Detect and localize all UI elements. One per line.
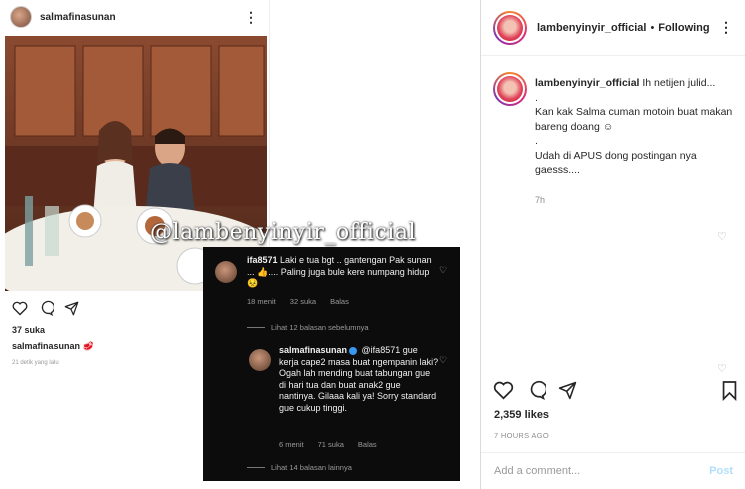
more-icon[interactable]: ⋮ <box>244 9 259 26</box>
watermark: @lambenyinyir_official <box>150 220 416 245</box>
caption-line-3: Kan kak Salma cuman motoin buat makan ba… <box>535 106 733 133</box>
divider <box>247 467 265 468</box>
more-icon[interactable]: ⋮ <box>719 19 733 36</box>
reply-mention[interactable]: @ifa8571 <box>362 345 401 355</box>
caption-line-1: Ih netijen julid... <box>642 77 716 89</box>
post-date: 7 HOURS AGO <box>494 431 549 440</box>
caption-username[interactable]: salmafinasunan <box>12 341 80 351</box>
post-button[interactable]: Post <box>709 465 733 477</box>
caption-body: lambenyinyir_official Ih netijen julid..… <box>535 76 735 178</box>
verified-icon <box>349 346 358 355</box>
left-post-caption: salmafinasunan 🥩 <box>12 341 94 352</box>
view-previous-label[interactable]: Lihat 12 balasan sebelumnya <box>271 323 369 332</box>
following-button[interactable]: Following <box>658 22 709 34</box>
caption-emoji: 🥩 <box>82 341 94 351</box>
bookmark-icon[interactable] <box>721 380 738 401</box>
reply-time: 6 menit <box>279 440 304 449</box>
view-previous-replies[interactable]: Lihat 12 balasan sebelumnya <box>247 323 369 332</box>
avatar[interactable] <box>249 349 271 371</box>
heart-icon[interactable]: ♡ <box>717 230 727 243</box>
right-post-actions <box>493 380 738 406</box>
reply-button[interactable]: Balas <box>330 297 349 306</box>
reply-likes[interactable]: 71 suka <box>318 440 344 449</box>
heart-icon[interactable]: ♡ <box>439 355 447 366</box>
comment-likes[interactable]: 32 suka <box>290 297 316 306</box>
add-comment-input[interactable] <box>494 465 694 477</box>
view-more-label[interactable]: Lihat 14 balasan lainnya <box>271 463 352 472</box>
view-more-replies[interactable]: Lihat 14 balasan lainnya <box>247 463 352 472</box>
left-post-username[interactable]: salmafinasunan <box>40 12 116 23</box>
caption-age: 7h <box>535 195 546 205</box>
heart-icon[interactable]: ♡ <box>717 362 727 375</box>
comment-meta: 18 menit 32 suka Balas <box>247 297 349 306</box>
likes-count[interactable]: 2,359 likes <box>494 409 549 421</box>
share-icon[interactable] <box>64 301 79 316</box>
heart-icon[interactable] <box>493 381 514 400</box>
left-post-time: 21 detik yang lalu <box>12 360 59 366</box>
share-icon[interactable] <box>558 381 577 400</box>
screenshot-composite: salmafinasunan ⋮ 37 suka salmafinasunan … <box>0 0 745 489</box>
comment-ifa: ifa8571 Laki e tua bgt .. gantengan Pak … <box>247 255 437 290</box>
avatar[interactable] <box>493 72 527 106</box>
header-username[interactable]: lambenyinyir_official <box>537 22 646 34</box>
caption-username[interactable]: lambenyinyir_official <box>535 77 639 89</box>
heart-icon[interactable]: ♡ <box>439 265 447 276</box>
divider <box>247 327 265 328</box>
reply-username[interactable]: salmafinasunan <box>279 345 347 355</box>
dark-comments-panel: ifa8571 Laki e tua bgt .. gantengan Pak … <box>203 247 460 481</box>
left-post-header: salmafinasunan ⋮ <box>0 0 269 34</box>
comment-icon[interactable] <box>38 300 54 316</box>
right-post-header: lambenyinyir_official • Following ⋮ <box>481 0 745 56</box>
avatar[interactable] <box>215 261 237 283</box>
separator-dot: • <box>650 21 655 34</box>
caption-line-5: Udah di APUS dong postingan nya gaesss..… <box>535 149 697 177</box>
reply-salma: salmafinasunan @ifa8571 gue kerja cape2 … <box>279 345 439 414</box>
left-post-actions <box>12 300 79 316</box>
avatar[interactable] <box>493 10 527 45</box>
right-post-panel: lambenyinyir_official • Following ⋮ lamb… <box>480 0 745 489</box>
reply-button[interactable]: Balas <box>358 440 377 449</box>
heart-icon[interactable] <box>12 301 28 316</box>
avatar[interactable] <box>10 6 32 28</box>
comment-icon[interactable] <box>526 380 546 400</box>
caption-line-2: . <box>535 91 538 104</box>
caption-line-4: . <box>535 135 538 147</box>
reply-text: gue kerja cape2 masa buat ngempanin laki… <box>279 345 439 413</box>
add-comment-bar: Post <box>481 452 745 489</box>
comment-username[interactable]: ifa8571 <box>247 255 278 265</box>
left-post-likes[interactable]: 37 suka <box>12 325 45 335</box>
comment-time: 18 menit <box>247 297 276 306</box>
reply-meta: 6 menit 71 suka Balas <box>279 440 377 449</box>
